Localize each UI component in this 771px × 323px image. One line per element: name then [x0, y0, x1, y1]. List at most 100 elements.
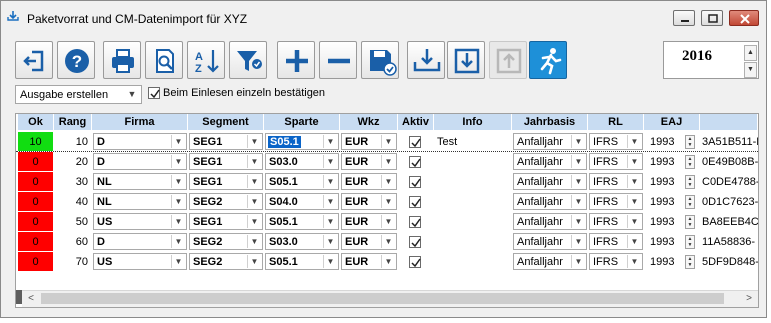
col-header-info[interactable]: Info	[434, 114, 512, 130]
jahrbasis-select[interactable]: Anfalljahr ▼	[513, 253, 587, 270]
remove-button[interactable]	[319, 41, 357, 79]
col-header-wkz[interactable]: Wkz	[340, 114, 398, 130]
year-down-arrow-icon[interactable]: ▼	[744, 62, 757, 78]
chevron-down-icon[interactable]: ▼	[571, 255, 585, 268]
firma-select[interactable]: NL ▼	[93, 193, 187, 210]
eaj-cell[interactable]: 1993	[650, 192, 684, 212]
col-header-ok[interactable]: Ok	[18, 114, 54, 130]
download-button[interactable]	[447, 41, 485, 79]
upload-button[interactable]	[489, 41, 527, 79]
sparte-select[interactable]: S05.1 ▼	[265, 173, 339, 190]
rang-cell[interactable]: 10	[54, 132, 92, 152]
chevron-down-icon[interactable]: ▼	[627, 255, 641, 268]
chevron-down-icon[interactable]: ▼	[171, 155, 185, 168]
rang-cell[interactable]: 20	[54, 152, 92, 172]
eaj-spinner-icon[interactable]: ▲ ▼	[685, 155, 695, 169]
print-button[interactable]	[103, 41, 141, 79]
col-header-eaj[interactable]: EAJ	[644, 114, 700, 130]
wkz-select[interactable]: EUR ▼	[341, 253, 397, 270]
chevron-down-icon[interactable]: ▼	[247, 195, 261, 208]
info-cell[interactable]	[434, 212, 512, 232]
rang-cell[interactable]: 40	[54, 192, 92, 212]
chevron-down-icon[interactable]: ▼	[171, 215, 185, 228]
scroll-thumb[interactable]	[41, 293, 724, 304]
chevron-down-icon[interactable]: ▼	[627, 235, 641, 248]
segment-select[interactable]: SEG2 ▼	[189, 193, 263, 210]
col-header-rang[interactable]: Rang	[54, 114, 92, 130]
col-header-aktiv[interactable]: Aktiv	[398, 114, 434, 130]
rang-cell[interactable]: 50	[54, 212, 92, 232]
jahrbasis-select[interactable]: Anfalljahr ▼	[513, 173, 587, 190]
info-cell[interactable]	[434, 192, 512, 212]
chevron-down-icon[interactable]: ▼	[571, 135, 585, 148]
rang-cell[interactable]: 70	[54, 252, 92, 272]
firma-select[interactable]: NL ▼	[93, 173, 187, 190]
horizontal-scrollbar[interactable]: < >	[22, 290, 758, 307]
scroll-left-icon[interactable]: <	[24, 292, 38, 306]
wkz-select[interactable]: EUR ▼	[341, 133, 397, 150]
minimize-button[interactable]	[673, 10, 695, 26]
rl-select[interactable]: IFRS ▼	[589, 233, 643, 250]
firma-select[interactable]: US ▼	[93, 253, 187, 270]
firma-select[interactable]: US ▼	[93, 213, 187, 230]
table-row[interactable]: 0 70 US ▼ SEG2 ▼ S05.1 ▼ EUR ▼ Anfalljah…	[16, 252, 758, 272]
year-spinner[interactable]: 2016 ▲ ▼	[663, 41, 759, 79]
wkz-select[interactable]: EUR ▼	[341, 213, 397, 230]
chevron-down-icon[interactable]: ▼	[571, 215, 585, 228]
eaj-spinner-icon[interactable]: ▲ ▼	[685, 255, 695, 269]
confirm-label[interactable]: Beim Einlesen einzeln bestätigen	[163, 87, 325, 99]
aktiv-checkbox[interactable]	[409, 256, 421, 268]
eaj-cell[interactable]: 1993	[650, 232, 684, 252]
table-row[interactable]: 0 30 NL ▼ SEG1 ▼ S05.1 ▼ EUR ▼ Anfalljah…	[16, 172, 758, 192]
table-row[interactable]: 0 40 NL ▼ SEG2 ▼ S04.0 ▼ EUR ▼ Anfalljah…	[16, 192, 758, 212]
info-cell[interactable]: Test	[434, 132, 512, 152]
filter-button[interactable]	[229, 41, 267, 79]
chevron-down-icon[interactable]: ▼	[627, 195, 641, 208]
segment-select[interactable]: SEG2 ▼	[189, 233, 263, 250]
aktiv-checkbox[interactable]	[409, 196, 421, 208]
col-header-segment[interactable]: Segment	[188, 114, 264, 130]
aktiv-checkbox[interactable]	[409, 236, 421, 248]
chevron-down-icon[interactable]: ▼	[247, 175, 261, 188]
add-button[interactable]	[277, 41, 315, 79]
rang-cell[interactable]: 30	[54, 172, 92, 192]
rang-cell[interactable]: 60	[54, 232, 92, 252]
wkz-select[interactable]: EUR ▼	[341, 233, 397, 250]
chevron-down-icon[interactable]: ▼	[171, 235, 185, 248]
eaj-spinner-icon[interactable]: ▲ ▼	[685, 135, 695, 149]
action-select[interactable]: Ausgabe erstellen ▼	[15, 85, 142, 104]
chevron-down-icon[interactable]: ▼	[323, 135, 337, 148]
info-cell[interactable]	[434, 252, 512, 272]
firma-select[interactable]: D ▼	[93, 153, 187, 170]
segment-select[interactable]: SEG1 ▼	[189, 173, 263, 190]
chevron-down-icon[interactable]: ▼	[247, 215, 261, 228]
eaj-cell[interactable]: 1993	[650, 132, 684, 152]
col-header-id[interactable]	[700, 114, 758, 130]
eaj-spinner-icon[interactable]: ▲ ▼	[685, 195, 695, 209]
sparte-select[interactable]: S04.0 ▼	[265, 193, 339, 210]
chevron-down-icon[interactable]: ▼	[571, 195, 585, 208]
chevron-down-icon[interactable]: ▼	[171, 255, 185, 268]
chevron-down-icon[interactable]: ▼	[571, 155, 585, 168]
scroll-right-icon[interactable]: >	[742, 292, 756, 306]
year-value[interactable]: 2016	[682, 48, 712, 65]
close-button[interactable]	[729, 10, 759, 26]
chevron-down-icon[interactable]: ▼	[381, 175, 395, 188]
save-button[interactable]	[361, 41, 399, 79]
import-button[interactable]	[407, 41, 445, 79]
aktiv-checkbox[interactable]	[409, 136, 421, 148]
chevron-down-icon[interactable]: ▼	[627, 135, 641, 148]
sparte-select[interactable]: S05.1 ▼	[265, 213, 339, 230]
jahrbasis-select[interactable]: Anfalljahr ▼	[513, 233, 587, 250]
chevron-down-icon[interactable]: ▼	[247, 155, 261, 168]
chevron-down-icon[interactable]: ▼	[381, 155, 395, 168]
table-row[interactable]: 0 60 D ▼ SEG2 ▼ S03.0 ▼ EUR ▼ Anfalljahr…	[16, 232, 758, 252]
exit-button[interactable]	[15, 41, 53, 79]
preview-button[interactable]	[145, 41, 183, 79]
info-cell[interactable]	[434, 152, 512, 172]
col-header-jahrbasis[interactable]: Jahrbasis	[512, 114, 588, 130]
sparte-select[interactable]: S03.0 ▼	[265, 233, 339, 250]
chevron-down-icon[interactable]: ▼	[171, 175, 185, 188]
chevron-down-icon[interactable]: ▼	[323, 215, 337, 228]
chevron-down-icon[interactable]: ▼	[381, 135, 395, 148]
